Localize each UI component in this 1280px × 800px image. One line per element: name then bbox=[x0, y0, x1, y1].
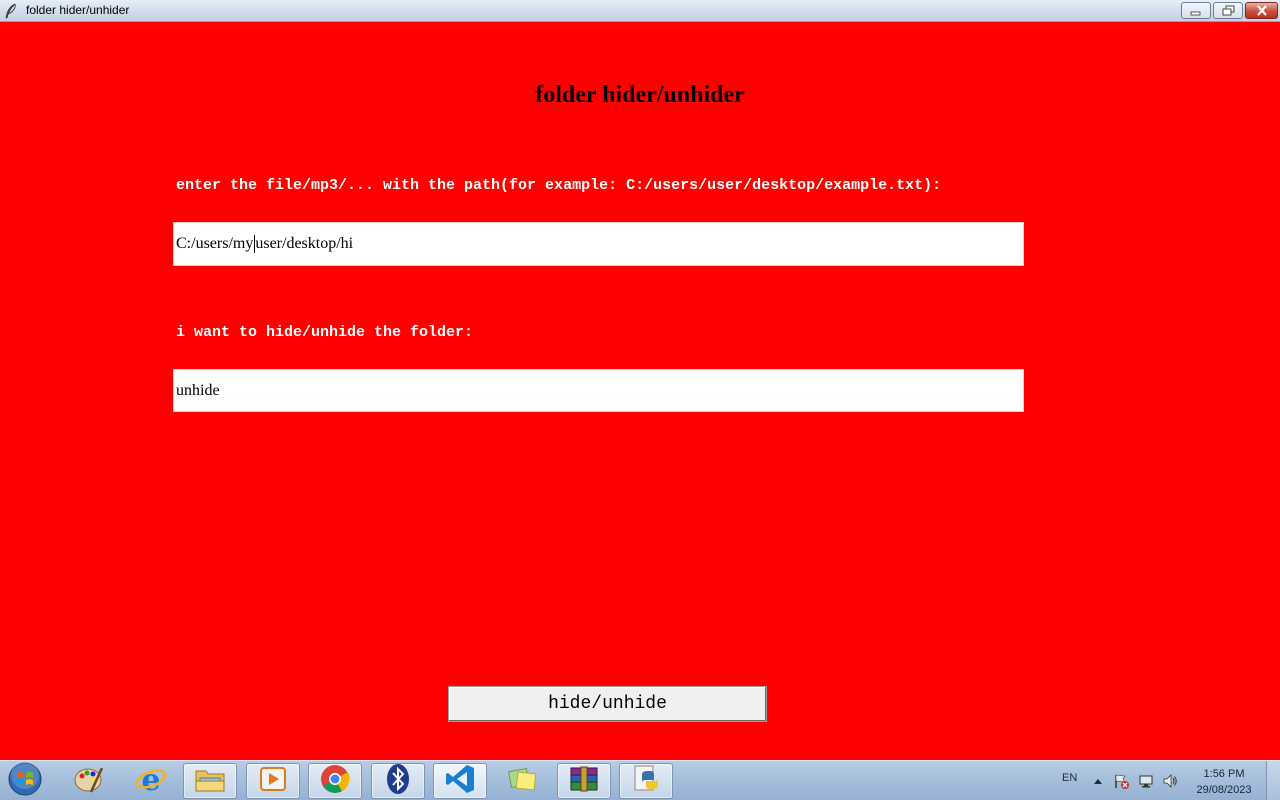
window-title: folder hider/unhider bbox=[26, 3, 130, 17]
taskbar-python[interactable] bbox=[619, 763, 673, 799]
svg-text:e: e bbox=[141, 763, 160, 795]
paint-icon bbox=[73, 764, 105, 798]
winrar-icon bbox=[568, 765, 600, 797]
bluetooth-icon bbox=[385, 763, 411, 799]
show-hidden-icons[interactable] bbox=[1090, 773, 1106, 789]
taskbar-winrar[interactable] bbox=[557, 763, 611, 799]
taskbar: e EN 1:56 PM 29/08/2023 bbox=[0, 760, 1280, 800]
taskbar-media-player[interactable] bbox=[246, 763, 300, 799]
internet-explorer-icon: e bbox=[135, 763, 167, 799]
taskbar-internet-explorer[interactable]: e bbox=[124, 763, 178, 799]
minimize-button[interactable] bbox=[1181, 2, 1211, 19]
mode-input[interactable]: unhide bbox=[173, 369, 1024, 412]
app-heading: folder hider/unhider bbox=[535, 82, 745, 108]
volume-icon[interactable] bbox=[1162, 773, 1178, 789]
windows-start-icon bbox=[7, 761, 43, 800]
show-desktop-button[interactable] bbox=[1266, 761, 1280, 800]
file-explorer-icon bbox=[194, 765, 226, 797]
python-icon bbox=[630, 763, 662, 799]
maximize-button[interactable] bbox=[1213, 2, 1243, 19]
action-center-flag-icon[interactable] bbox=[1113, 773, 1129, 789]
path-input-text-before-caret: C:/users/my bbox=[176, 235, 254, 252]
close-icon bbox=[1256, 1, 1268, 20]
path-label: enter the file/mp3/... with the path(for… bbox=[176, 177, 942, 194]
restore-icon bbox=[1222, 1, 1235, 20]
path-input[interactable]: C:/users/my user/desktop/hi bbox=[173, 222, 1024, 266]
network-icon[interactable] bbox=[1138, 773, 1154, 789]
vscode-icon bbox=[444, 763, 476, 799]
mode-label: i want to hide/unhide the folder: bbox=[176, 324, 474, 341]
hide-unhide-button[interactable]: hide/unhide bbox=[448, 686, 767, 722]
taskbar-bluetooth[interactable] bbox=[371, 763, 425, 799]
chrome-icon bbox=[319, 763, 351, 799]
minimize-icon bbox=[1190, 1, 1202, 20]
feather-icon bbox=[4, 3, 18, 19]
window-titlebar[interactable]: folder hider/unhider bbox=[0, 0, 1280, 22]
media-player-icon bbox=[258, 765, 288, 797]
taskbar-paint[interactable] bbox=[62, 763, 116, 799]
taskbar-sticky-notes[interactable] bbox=[495, 763, 549, 799]
path-input-text-after-caret: user/desktop/hi bbox=[255, 235, 354, 252]
mode-input-text: unhide bbox=[176, 381, 220, 399]
taskbar-vscode[interactable] bbox=[433, 763, 487, 799]
start-button[interactable] bbox=[4, 761, 46, 800]
clock-date: 29/08/2023 bbox=[1196, 784, 1252, 796]
close-button[interactable] bbox=[1245, 2, 1278, 19]
clock-time: 1:56 PM bbox=[1203, 768, 1245, 780]
taskbar-chrome[interactable] bbox=[308, 763, 362, 799]
system-clock[interactable]: 1:56 PM 29/08/2023 bbox=[1188, 766, 1260, 798]
language-indicator[interactable]: EN bbox=[1062, 772, 1077, 784]
taskbar-file-explorer[interactable] bbox=[183, 763, 237, 799]
sticky-notes-icon bbox=[506, 765, 538, 797]
